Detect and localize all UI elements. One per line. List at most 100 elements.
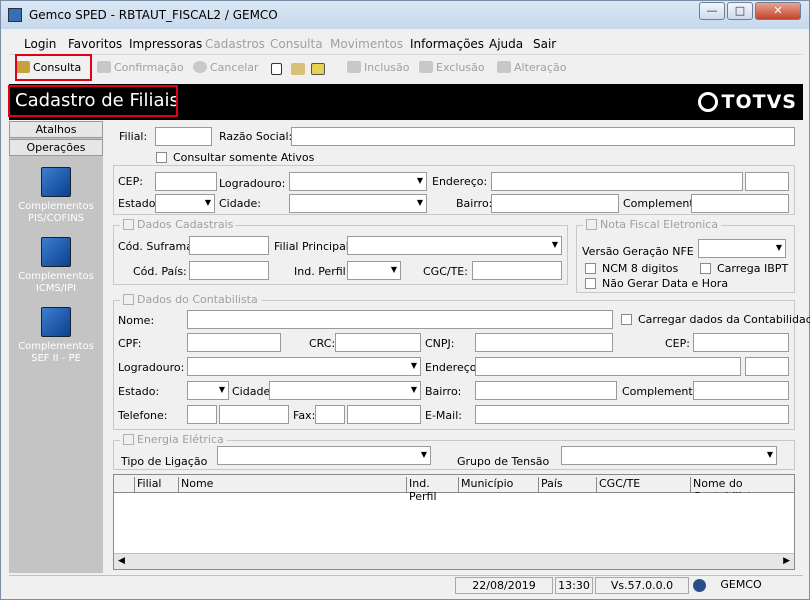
fax-input[interactable] (347, 405, 421, 424)
tab-operacoes[interactable]: Operações (9, 139, 103, 156)
cidade2-select[interactable] (269, 381, 421, 400)
col-nome-contabilista[interactable]: Nome do Contabilista (690, 477, 794, 493)
sidebar-item-icms-ipi[interactable]: Complementos ICMS/IPI (9, 237, 103, 295)
complemento-input[interactable] (691, 194, 789, 213)
cancel-icon (193, 61, 207, 73)
grupo-tensao-select[interactable] (561, 446, 777, 465)
maximize-button[interactable]: □ (727, 2, 753, 20)
ncm8-label: NCM 8 digitos (602, 262, 679, 275)
status-time: 13:30 (555, 577, 593, 594)
menu-movimentos[interactable]: Movimentos (330, 37, 403, 51)
book-icon (41, 167, 71, 197)
app-icon (8, 8, 22, 22)
minimize-button[interactable]: — (699, 2, 725, 20)
email-input[interactable] (475, 405, 789, 424)
menu-favoritos[interactable]: Favoritos (68, 37, 122, 51)
alteracao-button[interactable]: Alteração (497, 61, 566, 74)
edit-icon (497, 61, 511, 73)
scroll-left-icon[interactable]: ◀ (118, 556, 125, 566)
cgc-te-input[interactable] (472, 261, 562, 280)
inclusao-button[interactable]: Inclusão (347, 61, 410, 74)
endereco-input[interactable] (491, 172, 743, 191)
bairro2-input[interactable] (475, 381, 617, 400)
logradouro-select[interactable] (289, 172, 427, 191)
confirmacao-button[interactable]: Confirmação (97, 61, 184, 74)
cnpj-input[interactable] (475, 333, 613, 352)
menu-login[interactable]: Login (24, 37, 56, 51)
cod-pais-input[interactable] (189, 261, 269, 280)
menu-ajuda[interactable]: Ajuda (489, 37, 523, 51)
cod-suframa-input[interactable] (189, 236, 269, 255)
fax-ddd-input[interactable] (315, 405, 345, 424)
numero2-input[interactable] (745, 357, 789, 376)
close-button[interactable]: ✕ (755, 2, 801, 20)
razao-social-input[interactable] (291, 127, 795, 146)
menu-impressoras[interactable]: Impressoras (129, 37, 202, 51)
cpf-input[interactable] (187, 333, 281, 352)
ncm8-checkbox[interactable] (585, 263, 596, 274)
ind-perfil-select[interactable] (347, 261, 401, 280)
logradouro2-select[interactable] (187, 357, 421, 376)
nao-gerar-data-checkbox[interactable] (585, 278, 596, 289)
tools-icon[interactable] (311, 63, 325, 75)
telefone-ddd-input[interactable] (187, 405, 217, 424)
menu-sair[interactable]: Sair (533, 37, 556, 51)
filiais-grid[interactable]: Filial Nome Ind. Perfil Município País C… (113, 474, 795, 570)
status-date: 22/08/2019 (455, 577, 553, 594)
sidebar-item-pis-cofins[interactable]: Complementos PIS/COFINS (9, 167, 103, 225)
filial-input[interactable] (155, 127, 212, 146)
cep-input[interactable] (155, 172, 217, 191)
sidebar: Atalhos Operações Complementos PIS/COFIN… (9, 121, 103, 573)
cep2-input[interactable] (693, 333, 789, 352)
new-document-icon[interactable] (271, 63, 282, 75)
exclusao-button[interactable]: Exclusão (419, 61, 485, 74)
menu-consulta[interactable]: Consulta (270, 37, 323, 51)
razao-social-label: Razão Social: (219, 130, 293, 143)
crc-input[interactable] (335, 333, 421, 352)
scroll-right-icon[interactable]: ▶ (783, 556, 790, 566)
col-municipio[interactable]: Município (458, 477, 538, 493)
menu-informacoes[interactable]: Informações (410, 37, 484, 51)
tipo-ligacao-select[interactable] (217, 446, 431, 465)
cidade-label: Cidade: (219, 197, 261, 210)
menu-cadastros[interactable]: Cadastros (205, 37, 265, 51)
estado-select[interactable] (155, 194, 215, 213)
title-bar: Gemco SPED - RBTAUT_FISCAL2 / GEMCO — □ … (1, 1, 809, 29)
versao-nfe-select[interactable] (698, 239, 786, 258)
toolbar: Consulta Confirmação Cancelar Inclusão E… (9, 57, 803, 83)
col-ind-perfil[interactable]: Ind. Perfil (406, 477, 458, 503)
horizontal-scrollbar[interactable]: ◀ ▶ (114, 553, 794, 569)
col-cgc-te[interactable]: CGC/TE (596, 477, 690, 493)
totvs-logo: TOTVS (697, 91, 797, 113)
complemento2-input[interactable] (693, 381, 789, 400)
contabilista-checkbox[interactable] (123, 294, 134, 305)
add-icon (347, 61, 361, 73)
col-nome[interactable]: Nome (178, 477, 406, 493)
col-filial[interactable]: Filial (134, 477, 178, 493)
email-label: E-Mail: (425, 409, 462, 422)
bairro-input[interactable] (491, 194, 619, 213)
complemento-label: Complemento (623, 197, 701, 210)
filial-principal-select[interactable] (347, 236, 562, 255)
endereco2-input[interactable] (475, 357, 741, 376)
versao-nfe-label: Versão Geração NFE (582, 245, 694, 258)
col-pais[interactable]: País (538, 477, 596, 493)
cidade-select[interactable] (289, 194, 427, 213)
telefone-input[interactable] (219, 405, 289, 424)
energia-checkbox[interactable] (123, 434, 134, 445)
nota-fiscal-checkbox[interactable] (586, 219, 597, 230)
complemento2-label: Complemento: (622, 385, 704, 398)
estado2-select[interactable] (187, 381, 229, 400)
consultar-ativos-checkbox[interactable] (156, 152, 167, 163)
status-version: Vs.57.0.0.0 (595, 577, 689, 594)
tab-atalhos[interactable]: Atalhos (9, 121, 103, 138)
numero-input[interactable] (745, 172, 789, 191)
menu-bar: Login Favoritos Impressoras Cadastros Co… (9, 33, 803, 55)
nome-input[interactable] (187, 310, 613, 329)
cancelar-button[interactable]: Cancelar (193, 61, 259, 74)
sidebar-item-sef-ii[interactable]: Complementos SEF II - PE (9, 307, 103, 365)
carrega-ibpt-checkbox[interactable] (700, 263, 711, 274)
carregar-contabilidade-checkbox[interactable] (621, 314, 632, 325)
open-folder-icon[interactable] (291, 63, 305, 75)
dados-cadastrais-checkbox[interactable] (123, 219, 134, 230)
